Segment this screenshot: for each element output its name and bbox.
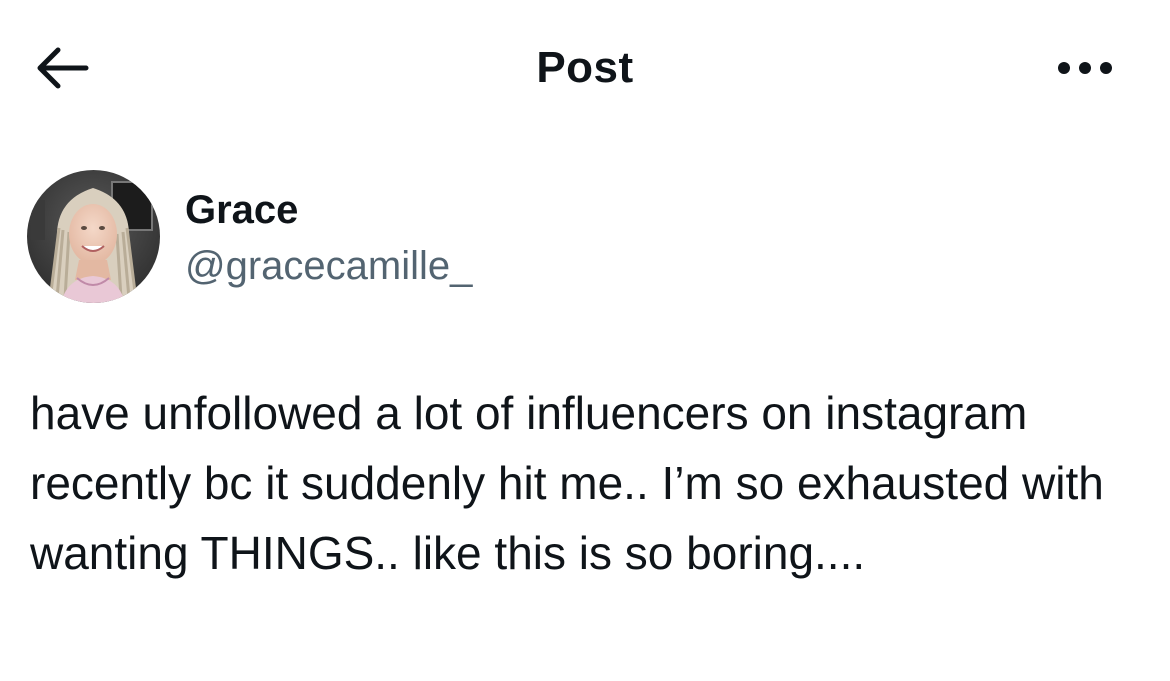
more-options-button[interactable] [1050,40,1120,96]
author-display-name[interactable]: Grace [185,186,298,234]
author-handle[interactable]: @gracecamille_ [185,242,472,290]
page-title: Post [536,43,634,92]
post-author: Grace @gracecamille_ [27,170,927,304]
profile-photo [27,170,160,303]
more-horizontal-icon [1058,62,1112,74]
post-text: have unfollowed a lot of influencers on … [30,387,1104,579]
top-bar: Post [0,0,1170,136]
avatar[interactable] [27,170,160,303]
